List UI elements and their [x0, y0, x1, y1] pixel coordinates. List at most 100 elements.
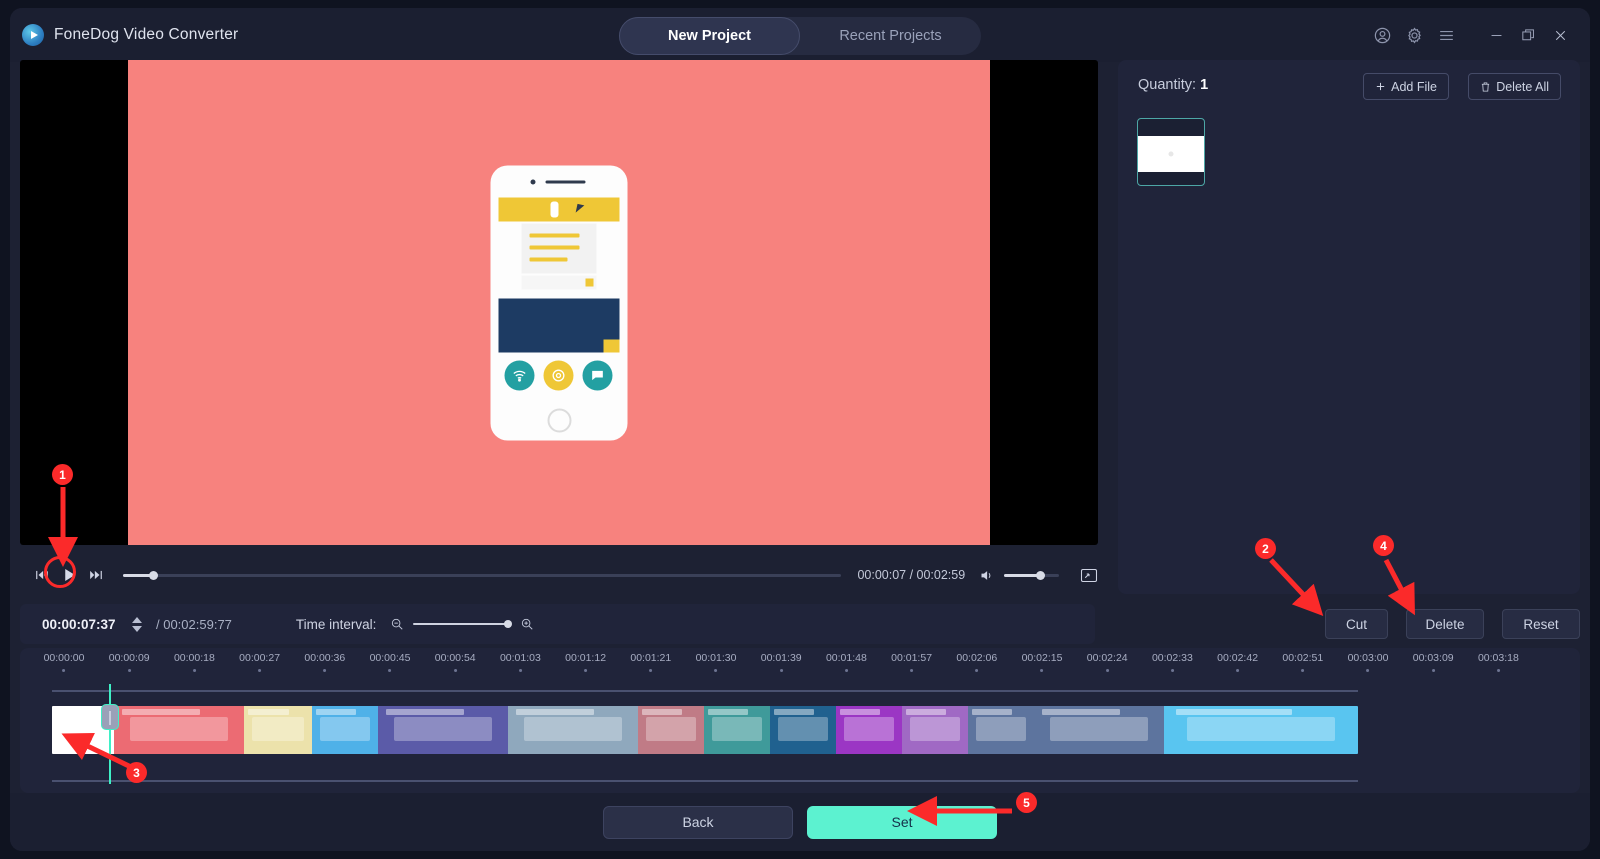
- file-thumbnail[interactable]: [1137, 118, 1205, 186]
- interval-handle[interactable]: [504, 620, 513, 628]
- title-bar: FoneDog Video Converter New Project Rece…: [10, 8, 1590, 62]
- reset-button[interactable]: Reset: [1502, 609, 1580, 639]
- file-list-panel: Quantity: 1 Add File Delete All: [1118, 60, 1580, 594]
- add-file-label: Add File: [1391, 79, 1437, 94]
- film-frame[interactable]: [638, 706, 704, 754]
- timeline-tick: 00:03:18: [1478, 652, 1519, 672]
- minimize-icon[interactable]: [1480, 19, 1512, 51]
- maximize-icon[interactable]: [1512, 19, 1544, 51]
- interval-slider[interactable]: [413, 620, 513, 628]
- quantity-text: Quantity:: [1138, 77, 1197, 93]
- timeline-tick: 00:03:00: [1348, 652, 1388, 672]
- timeline-tick: 00:02:51: [1282, 652, 1323, 672]
- play-circle-logo-icon: [22, 24, 44, 46]
- cut-button[interactable]: Cut: [1325, 609, 1388, 639]
- volume-handle[interactable]: [1036, 570, 1046, 580]
- zoom-in-icon[interactable]: [519, 617, 534, 632]
- stepper-up-icon[interactable]: [132, 616, 142, 623]
- timeline-panel: 00:00:00 00:00:09 00:00:18 00:00:27 00:00:36…: [20, 648, 1580, 793]
- film-frame[interactable]: [508, 706, 638, 754]
- film-frame[interactable]: [968, 706, 1034, 754]
- timeline-tick: 00:00:18: [174, 652, 215, 672]
- timeline-tick: 00:02:24: [1087, 652, 1128, 672]
- timeline-tick: 00:01:21: [630, 652, 671, 672]
- annotation-badge-4: 4: [1373, 535, 1394, 556]
- account-icon[interactable]: [1366, 19, 1398, 51]
- timeline-tick: 00:00:54: [435, 652, 476, 672]
- app-brand: FoneDog Video Converter: [22, 24, 238, 46]
- seek-slider[interactable]: [123, 570, 842, 580]
- volume-slider[interactable]: [1004, 570, 1060, 580]
- timeline-tick: 00:00:00: [44, 652, 84, 672]
- timeline-tick: 00:01:39: [761, 652, 802, 672]
- timeline-ruler[interactable]: 00:00:00 00:00:09 00:00:18 00:00:27 00:00:36…: [20, 648, 1580, 678]
- clip-action-buttons: Cut Delete Reset: [1118, 604, 1580, 644]
- film-frame[interactable]: [378, 706, 508, 754]
- close-icon[interactable]: [1544, 19, 1576, 51]
- film-frame[interactable]: [770, 706, 836, 754]
- video-preview[interactable]: [20, 60, 1098, 545]
- time-display: 00:00:07 / 00:02:59: [857, 568, 966, 582]
- total-duration-label: / 00:02:59:77: [156, 616, 232, 632]
- timeline-tick: 00:01:57: [891, 652, 932, 672]
- trash-icon: [1482, 81, 1490, 92]
- playhead[interactable]: [101, 684, 119, 784]
- timeline-tick: 00:01:03: [500, 652, 541, 672]
- film-frame[interactable]: [836, 706, 902, 754]
- plus-icon: [1376, 82, 1385, 91]
- timeline-tick: 00:00:09: [109, 652, 150, 672]
- quantity-value: 1: [1200, 77, 1209, 93]
- skip-next-icon[interactable]: [87, 565, 106, 585]
- current-time-input[interactable]: [42, 611, 136, 637]
- annotation-badge-1: 1: [52, 464, 73, 485]
- stepper-down-icon[interactable]: [132, 625, 142, 632]
- wifi-icon: [504, 360, 535, 390]
- film-frame[interactable]: [312, 706, 378, 754]
- film-frame[interactable]: [1164, 706, 1358, 754]
- player-controls: 00:00:07 / 00:02:59: [20, 555, 1098, 595]
- back-button[interactable]: Back: [603, 805, 793, 839]
- film-frame[interactable]: [1034, 706, 1164, 754]
- volume-icon[interactable]: [979, 567, 994, 583]
- tab-recent-projects[interactable]: Recent Projects: [800, 17, 981, 55]
- delete-button[interactable]: Delete: [1406, 609, 1484, 639]
- app-root: FoneDog Video Converter New Project Rece…: [0, 0, 1600, 859]
- timeline-tick: 00:01:12: [565, 652, 606, 672]
- video-frame: [128, 60, 990, 545]
- menu-hamburger-icon[interactable]: [1430, 19, 1462, 51]
- add-file-button[interactable]: Add File: [1363, 73, 1449, 100]
- film-frame[interactable]: [114, 706, 244, 754]
- time-interval-label: Time interval:: [295, 616, 377, 632]
- film-frame[interactable]: [244, 706, 312, 754]
- time-interval-bar: / 00:02:59:77 Time interval:: [20, 604, 1095, 644]
- timeline-tick: 00:00:36: [304, 652, 345, 672]
- settings-gear-icon[interactable]: [1398, 19, 1430, 51]
- playhead-handle[interactable]: [101, 704, 119, 730]
- film-strip[interactable]: [52, 706, 1358, 754]
- time-stepper[interactable]: [132, 616, 142, 632]
- quantity-label: Quantity: 1: [1138, 77, 1208, 93]
- timeline-track[interactable]: [52, 684, 1392, 784]
- timeline-tick: 00:00:45: [370, 652, 410, 672]
- fullscreen-icon[interactable]: [1079, 567, 1098, 583]
- window-controls: [1366, 8, 1576, 62]
- annotation-badge-2: 2: [1255, 538, 1276, 559]
- timeline-tick: 00:03:09: [1413, 652, 1454, 672]
- timeline-tick: 00:02:15: [1022, 652, 1062, 672]
- set-button[interactable]: Set: [807, 805, 997, 839]
- zoom-out-icon[interactable]: [389, 617, 404, 632]
- app-title: FoneDog Video Converter: [54, 26, 239, 43]
- settings-icon: [543, 360, 574, 390]
- annotation-badge-5: 5: [1016, 792, 1037, 813]
- annotation-badge-3: 3: [126, 762, 147, 783]
- tab-new-project[interactable]: New Project: [619, 17, 800, 55]
- film-frame[interactable]: [704, 706, 770, 754]
- delete-all-button[interactable]: Delete All: [1468, 73, 1561, 100]
- phone-illustration: [490, 165, 628, 440]
- chat-icon: [582, 360, 613, 390]
- seek-handle[interactable]: [149, 570, 159, 580]
- film-frame[interactable]: [902, 706, 968, 754]
- timeline-tick: 00:02:33: [1152, 652, 1193, 672]
- timeline-tick: 00:02:06: [956, 652, 997, 672]
- preview-column: 00:00:07 / 00:02:59: [20, 60, 1108, 646]
